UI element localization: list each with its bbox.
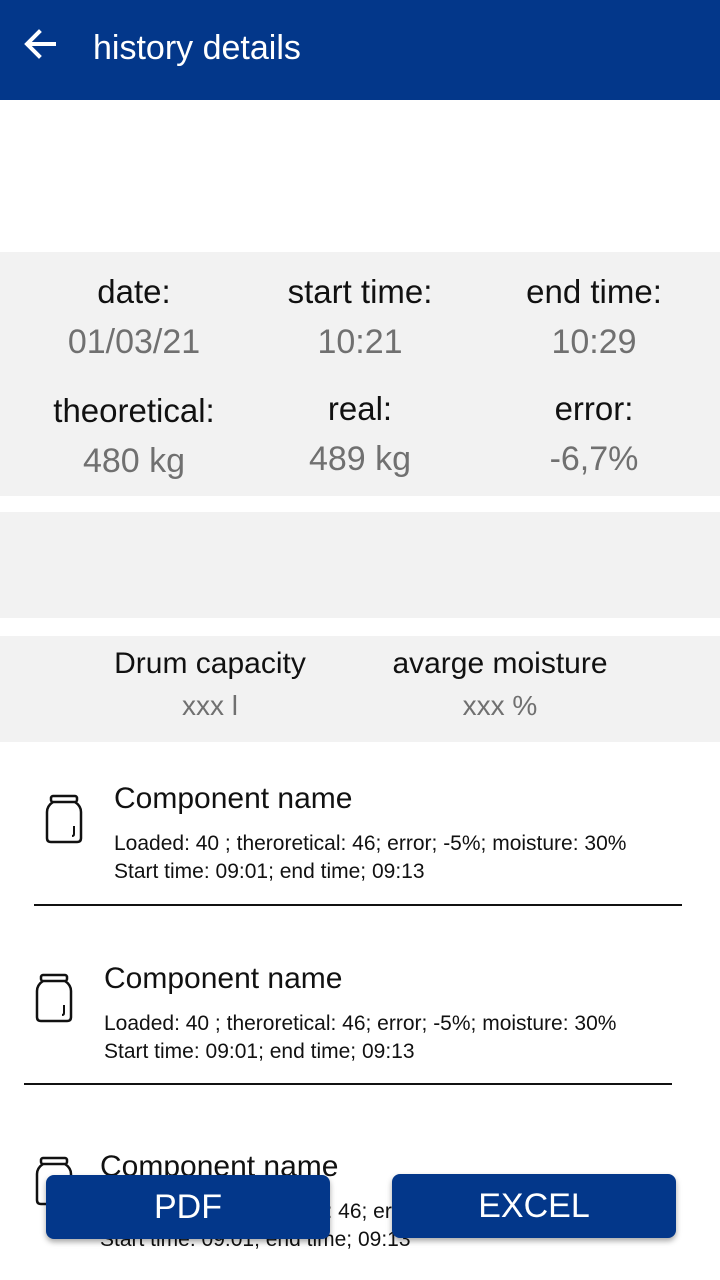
drum-panel: Drum capacity xxx l avarge moisture xxx …: [0, 636, 720, 742]
divider: [34, 904, 682, 906]
real-value: 489 kg: [308, 440, 412, 478]
theoretical-value: 480 kg: [82, 442, 186, 480]
real-label: real:: [327, 390, 393, 427]
component-stats: Loaded: 40 ; theroretical: 46; error; -5…: [114, 832, 627, 855]
component-stats: Loaded: 40 ; theroretical: 46; error; -5…: [104, 1012, 617, 1035]
error-label: error:: [554, 390, 634, 427]
pdf-button[interactable]: PDF: [46, 1175, 330, 1239]
drum-capacity-value: xxx l: [182, 690, 238, 721]
arrow-left-icon: [24, 29, 56, 59]
theoretical-label: theoretical:: [53, 392, 215, 429]
summary-panel: date: 01/03/21 start time: 10:21 end tim…: [0, 252, 720, 496]
component-times: Start time: 09:01; end time; 09:13: [104, 1040, 415, 1063]
app-bar: history details: [0, 0, 720, 100]
real-cell: real: 489 kg: [240, 389, 480, 479]
page-title: history details: [93, 29, 301, 67]
theoretical-cell: theoretical: 480 kg: [14, 391, 254, 481]
moisture-label: avarge moisture: [392, 647, 608, 680]
end-time-cell: end time: 10:29: [474, 272, 714, 362]
moisture-cell: avarge moisture xxx %: [360, 646, 640, 722]
start-time-label: start time:: [287, 273, 433, 310]
back-button[interactable]: [18, 22, 62, 66]
empty-panel: [0, 512, 720, 618]
component-name: Component name: [114, 782, 353, 815]
component-name: Component name: [104, 962, 343, 995]
error-value: -6,7%: [549, 440, 639, 478]
divider: [24, 1083, 672, 1085]
jar-icon: [35, 973, 73, 1023]
date-label: date:: [97, 273, 171, 310]
date-value: 01/03/21: [67, 323, 201, 361]
drum-capacity-cell: Drum capacity xxx l: [90, 646, 330, 722]
error-cell: error: -6,7%: [474, 389, 714, 479]
end-time-value: 10:29: [551, 323, 637, 361]
jar-icon: [45, 794, 83, 844]
component-times: Start time: 09:01; end time; 09:13: [114, 860, 425, 883]
start-time-value: 10:21: [317, 323, 403, 361]
moisture-value: xxx %: [462, 690, 538, 721]
drum-capacity-label: Drum capacity: [114, 647, 306, 680]
start-time-cell: start time: 10:21: [240, 272, 480, 362]
date-cell: date: 01/03/21: [14, 272, 254, 362]
excel-button[interactable]: EXCEL: [392, 1174, 676, 1238]
end-time-label: end time:: [526, 273, 662, 310]
